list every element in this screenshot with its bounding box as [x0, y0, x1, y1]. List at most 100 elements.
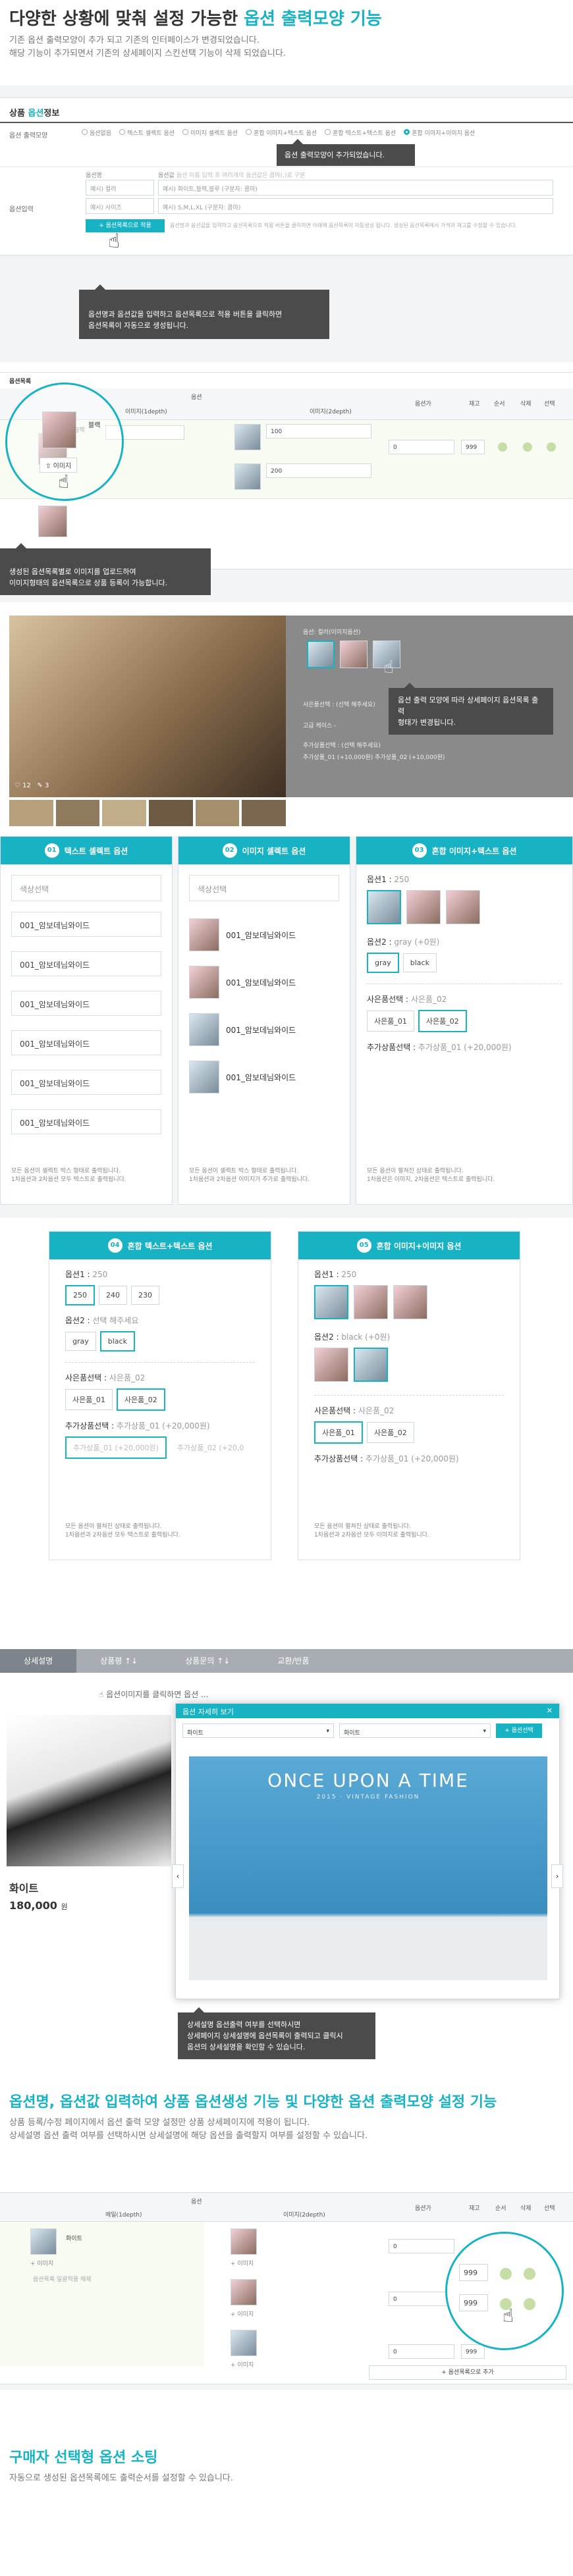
thumbnail-1[interactable]	[9, 800, 53, 826]
p4-add-1[interactable]: 추가상품_01 (+20,000원)	[65, 1436, 167, 1459]
thumbnail-5[interactable]	[195, 800, 240, 826]
tab-description[interactable]: 상세설명	[0, 1649, 77, 1673]
modal-next-arrow-icon[interactable]: ›	[551, 1864, 563, 1888]
panel1-list-item[interactable]: 001_암보데님와이드	[11, 1030, 161, 1055]
t2-d2-add-1[interactable]: + 이미지	[231, 2259, 362, 2267]
tab-exchange[interactable]: 교환/반품	[254, 1649, 333, 1673]
t2-price-3[interactable]: 0	[389, 2344, 454, 2359]
modal-prev-arrow-icon[interactable]: ‹	[172, 1864, 184, 1888]
preview-option-swatch-2[interactable]	[340, 641, 368, 668]
option-row-1-price[interactable]: 0	[389, 440, 454, 454]
p4-add-2[interactable]: 추가상품_02 (+20,0	[171, 1438, 250, 1458]
product-option-form-area: 상품 옵션정보 옵션 출력모양 옵션없음 텍스트 셀렉트 옵션 이미지 셀렉트 …	[0, 86, 573, 362]
col-use: 선택	[544, 401, 555, 407]
t2-price-1[interactable]: 0	[389, 2239, 454, 2253]
p5-swatch-1[interactable]	[314, 1285, 348, 1319]
p5-gift-1[interactable]: 사은품_01	[314, 1421, 363, 1444]
p5-swatch-4[interactable]	[314, 1348, 348, 1382]
order-handle-icon[interactable]	[498, 442, 507, 452]
p5-swatch-5[interactable]	[354, 1348, 388, 1382]
p4-gift-1[interactable]: 사은품_01	[65, 1389, 113, 1410]
p4-gift-2[interactable]: 사은품_02	[116, 1388, 165, 1411]
panel2-select-box[interactable]: 색상선택	[189, 875, 339, 901]
t2-d1-add-image-button[interactable]: + 이미지	[30, 2259, 53, 2267]
option-list-2-d2: + 이미지 + 이미지 + 이미지	[231, 2228, 362, 2369]
p5-gift-2[interactable]: 사은품_02	[366, 1422, 414, 1443]
modal-select-2[interactable]: 화이트 ▾	[339, 1723, 491, 1738]
radio-image-select[interactable]: 이미지 셀렉트 옵션	[182, 128, 238, 137]
zoomed-stock-2[interactable]: 999	[459, 2294, 488, 2311]
p3-swatch-1[interactable]	[367, 890, 401, 924]
option-row-1-stock[interactable]: 999	[461, 440, 485, 454]
p5-swatch-2[interactable]	[354, 1285, 388, 1319]
t2-d2-thumb-2[interactable]	[231, 2279, 257, 2305]
thumbnail-3[interactable]	[102, 800, 147, 826]
panel2-list-item[interactable]: 001_암보데님와이드	[189, 963, 341, 1001]
radio-no-option[interactable]: 옵션없음	[82, 128, 111, 137]
t2-price-2[interactable]: 0	[389, 2292, 454, 2306]
p3-gift-2[interactable]: 사은품_02	[418, 1010, 467, 1032]
radio-mixed-text-text[interactable]: 혼합 텍스트+텍스트 옵션	[325, 128, 396, 137]
p3-swatch-2[interactable]	[406, 890, 441, 924]
p4-chip-black[interactable]: black	[99, 1331, 135, 1352]
option-value-input-2[interactable]: 예시) S,M,L,XL (구분자: 콤마)	[158, 198, 553, 214]
close-icon[interactable]: ✕	[547, 1706, 553, 1715]
option-row-1-d2-thumb-2[interactable]	[234, 463, 261, 490]
thumbnail-2[interactable]	[55, 800, 100, 826]
panel2-list-item[interactable]: 001_암보데님와이드	[189, 1011, 341, 1049]
panel1-list-item[interactable]: 001_암보데님와이드	[11, 1070, 161, 1095]
apply-to-option-list-button[interactable]: + 옵션목록으로 적용	[86, 219, 165, 232]
panel1-list-item[interactable]: 001_암보데님와이드	[11, 951, 161, 976]
zoomed-stock-1[interactable]: 999	[459, 2264, 488, 2281]
panel2-list-item[interactable]: 001_암보데님와이드	[189, 916, 341, 954]
preview-option-swatch-1[interactable]	[307, 641, 335, 668]
panel1-list-item[interactable]: 001_암보데님와이드	[11, 912, 161, 937]
zoomed-order-icon-1[interactable]	[500, 2268, 512, 2280]
p3-gift-1[interactable]: 사은품_01	[367, 1011, 414, 1032]
option-row-1-d2-thumb[interactable]	[234, 424, 261, 450]
use-toggle-icon[interactable]	[547, 442, 556, 452]
option-row-2-thumb[interactable]	[38, 506, 67, 537]
t2-d2-thumb-3[interactable]	[231, 2330, 257, 2356]
option-value-input-1[interactable]: 예시) 화이트,블랙,블루 (구분자: 콤마)	[158, 180, 553, 196]
zoomed-delete-icon-1[interactable]	[524, 2268, 535, 2280]
t2-d2-add-3[interactable]: + 이미지	[231, 2360, 362, 2369]
option-row-1-d2-input[interactable]: 100	[266, 424, 371, 438]
p3-chip-black[interactable]: black	[402, 953, 437, 972]
t2-d2-thumb-1[interactable]	[231, 2228, 257, 2255]
modal-option-select-button[interactable]: + 옵션선택	[496, 1723, 542, 1738]
option-name-input-2[interactable]: 예시) 사이즈	[86, 198, 154, 214]
thumbnail-6[interactable]	[242, 800, 286, 826]
panel1-select-box[interactable]: 색상선택	[11, 875, 161, 901]
radio-mixed-image-text[interactable]: 혼합 이미지+텍스트 옵션	[246, 128, 317, 137]
zoomed-delete-icon-2[interactable]	[524, 2298, 535, 2310]
option-name-input-1[interactable]: 예시) 컬러	[86, 180, 154, 196]
panel1-list-item[interactable]: 001_암보데님와이드	[11, 1109, 161, 1134]
t2-d1-thumb[interactable]	[30, 2228, 57, 2255]
t2-stock-3[interactable]: 999	[461, 2344, 485, 2359]
p4-size-250[interactable]: 250	[65, 1285, 95, 1305]
radio-text-select[interactable]: 텍스트 셀렉트 옵션	[119, 128, 175, 137]
delete-icon[interactable]	[523, 442, 532, 452]
p4-chip-gray[interactable]: gray	[65, 1332, 96, 1351]
t2-add-to-list-button[interactable]: + 옵션목록으로 추가	[369, 2365, 566, 2380]
tab-questions[interactable]: 상품문의 ↑↓	[161, 1649, 254, 1673]
radio-mixed-image-image[interactable]: 혼합 이미지+이미지 옵션	[404, 128, 475, 137]
p4-opt1-label: 옵션1 : 250	[65, 1270, 108, 1279]
panel2-list-item[interactable]: 001_암보데님와이드	[189, 1058, 341, 1096]
tab-reviews[interactable]: 상품평 ↑↓	[76, 1649, 161, 1673]
thumbnail-4[interactable]	[149, 800, 193, 826]
p4-size-240[interactable]: 240	[99, 1286, 127, 1305]
tooltip-output-shape-added: 옵션 출력모양이 추가되었습니다.	[277, 139, 415, 166]
form-title-highlight: 옵션	[28, 109, 44, 118]
modal-select-1[interactable]: 화이트 ▾	[182, 1723, 334, 1738]
p5-swatch-3[interactable]	[393, 1285, 427, 1319]
modal-hero-image: ONCE UPON A TIME 2015 · VINTAGE FASHION	[189, 1756, 547, 1980]
p3-chip-gray[interactable]: gray	[367, 953, 399, 973]
col-order: 순서	[494, 401, 505, 407]
t2-d2-add-2[interactable]: + 이미지	[231, 2309, 362, 2318]
panel1-list-item[interactable]: 001_암보데님와이드	[11, 991, 161, 1016]
option-row-1-d2-input-2[interactable]: 200	[266, 463, 371, 478]
p3-swatch-3[interactable]	[446, 890, 480, 924]
p4-size-230[interactable]: 230	[131, 1286, 159, 1305]
